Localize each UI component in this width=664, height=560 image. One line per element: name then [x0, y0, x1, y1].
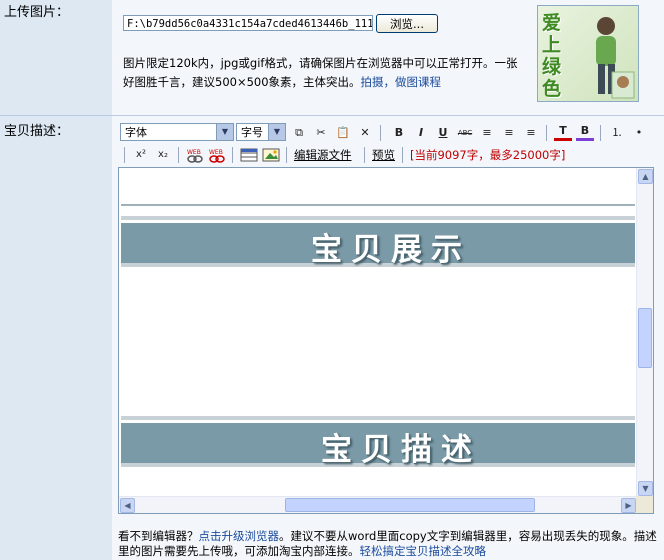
ordered-list-icon[interactable]: ⒈ [608, 124, 626, 142]
toolbar-separator [232, 147, 233, 163]
text-color-icon[interactable]: T [554, 124, 572, 141]
background-color-icon[interactable]: B [576, 124, 594, 141]
superscript-icon[interactable]: x² [132, 146, 150, 164]
svg-text:WEB: WEB [187, 149, 201, 156]
chevron-down-icon: ▼ [216, 124, 233, 140]
unordered-list-icon[interactable]: • [630, 124, 648, 142]
editor-canvas[interactable]: 宝贝展示 宝贝描述 [119, 168, 637, 497]
upload-hint: 图片限定120k内，jpg或gif格式，请确保图片在浏览器中可以正常打开。一张好… [123, 54, 528, 92]
description-label-cell: 宝贝描述： [0, 116, 112, 560]
copy-icon[interactable]: ⧉ [290, 124, 308, 142]
cut-icon[interactable]: ✂ [312, 124, 330, 142]
preview-link[interactable]: 预览 [372, 147, 395, 163]
align-center-icon[interactable]: ≡ [500, 124, 518, 142]
toolbar-separator [600, 125, 601, 141]
scrollbar-corner [636, 496, 653, 513]
insert-table-icon[interactable] [240, 146, 258, 164]
toolbar-separator [124, 147, 125, 163]
paste-icon[interactable]: 📋 [334, 124, 352, 142]
vertical-scroll-thumb[interactable] [638, 308, 652, 368]
insert-image-icon[interactable] [262, 146, 280, 164]
upgrade-browser-link[interactable]: 点击升级浏览器 [199, 529, 280, 543]
svg-text:WEB: WEB [209, 149, 223, 156]
strikethrough-icon[interactable]: ABC [456, 124, 474, 142]
vertical-scrollbar[interactable]: ▲ ▼ [636, 168, 653, 497]
divider-line [121, 204, 635, 206]
edit-source-link[interactable]: 编辑源文件 [294, 147, 352, 163]
subscript-icon[interactable]: x₂ [154, 146, 172, 164]
scroll-down-icon[interactable]: ▼ [638, 481, 653, 496]
description-guide-link[interactable]: 轻松搞定宝贝描述全攻略 [360, 544, 487, 558]
toolbar-separator [546, 125, 547, 141]
font-family-value: 字体 [125, 126, 147, 139]
align-right-icon[interactable]: ≡ [522, 124, 540, 142]
toolbar-separator [364, 147, 365, 163]
upload-label: 上传图片： [4, 5, 70, 20]
footer-text: 看不到编辑器？ [118, 529, 199, 543]
bold-icon[interactable]: B [390, 124, 408, 142]
font-size-value: 字号 [241, 126, 263, 139]
toolbar-separator [402, 147, 403, 163]
horizontal-scroll-thumb[interactable] [285, 498, 535, 512]
editor-footer-note: 看不到编辑器？点击升级浏览器。建议不要从word里面copy文字到编辑器里，容易… [118, 529, 658, 559]
photo-tutorial-link[interactable]: 拍摄，做图课程 [361, 75, 442, 89]
section-banner-description: 宝贝描述 [121, 420, 635, 468]
upload-label-cell: 上传图片： [0, 0, 112, 115]
chevron-down-icon: ▼ [268, 124, 285, 140]
description-label: 宝贝描述： [4, 124, 70, 139]
scroll-right-icon[interactable]: ▶ [621, 498, 636, 513]
toolbar-separator [178, 147, 179, 163]
font-family-select[interactable]: 字体 ▼ [120, 123, 234, 141]
font-size-select[interactable]: 字号 ▼ [236, 123, 286, 141]
toolbar-separator [380, 125, 381, 141]
product-thumbnail: 爱 上 绿 色 [537, 5, 639, 102]
underline-icon[interactable]: U [434, 124, 452, 142]
align-left-icon[interactable]: ≡ [478, 124, 496, 142]
model-figure-icon [596, 17, 635, 99]
upload-hint-text: 图片限定120k内，jpg或gif格式，请确保图片在浏览器中可以正常打开。一张好… [123, 56, 518, 89]
editor-toolbar-row-2: x² x₂ WEB WEB 编辑源文件 预览 [当前9097字，最多25000字… [118, 145, 658, 165]
delete-icon[interactable]: ✕ [356, 124, 374, 142]
italic-icon[interactable]: I [412, 124, 430, 142]
banner-title: 宝贝描述 [321, 432, 481, 468]
editor-toolbar-row-1: 字体 ▼ 字号 ▼ ⧉ ✂ 📋 ✕ B I U ABC ≡ ≡ ≡ T B ⒈ … [118, 123, 658, 143]
insert-link-icon[interactable]: WEB [186, 146, 204, 164]
rich-text-editor[interactable]: 宝贝展示 宝贝描述 ▲ ▼ ◀ ▶ [118, 167, 654, 514]
banner-title: 宝贝展示 [311, 232, 471, 268]
scroll-up-icon[interactable]: ▲ [638, 169, 653, 184]
section-banner-display: 宝贝展示 [121, 220, 635, 268]
toolbar-separator [286, 147, 287, 163]
horizontal-scrollbar[interactable]: ◀ ▶ [119, 496, 637, 513]
char-count-status: [当前9097字，最多25000字] [410, 148, 566, 162]
file-path-input[interactable]: F:\b79dd56c0a4331c154a7cded4613446b_1115… [123, 15, 373, 31]
scroll-left-icon[interactable]: ◀ [120, 498, 135, 513]
remove-link-icon[interactable]: WEB [208, 146, 226, 164]
browse-button[interactable]: 浏览... [376, 14, 438, 33]
